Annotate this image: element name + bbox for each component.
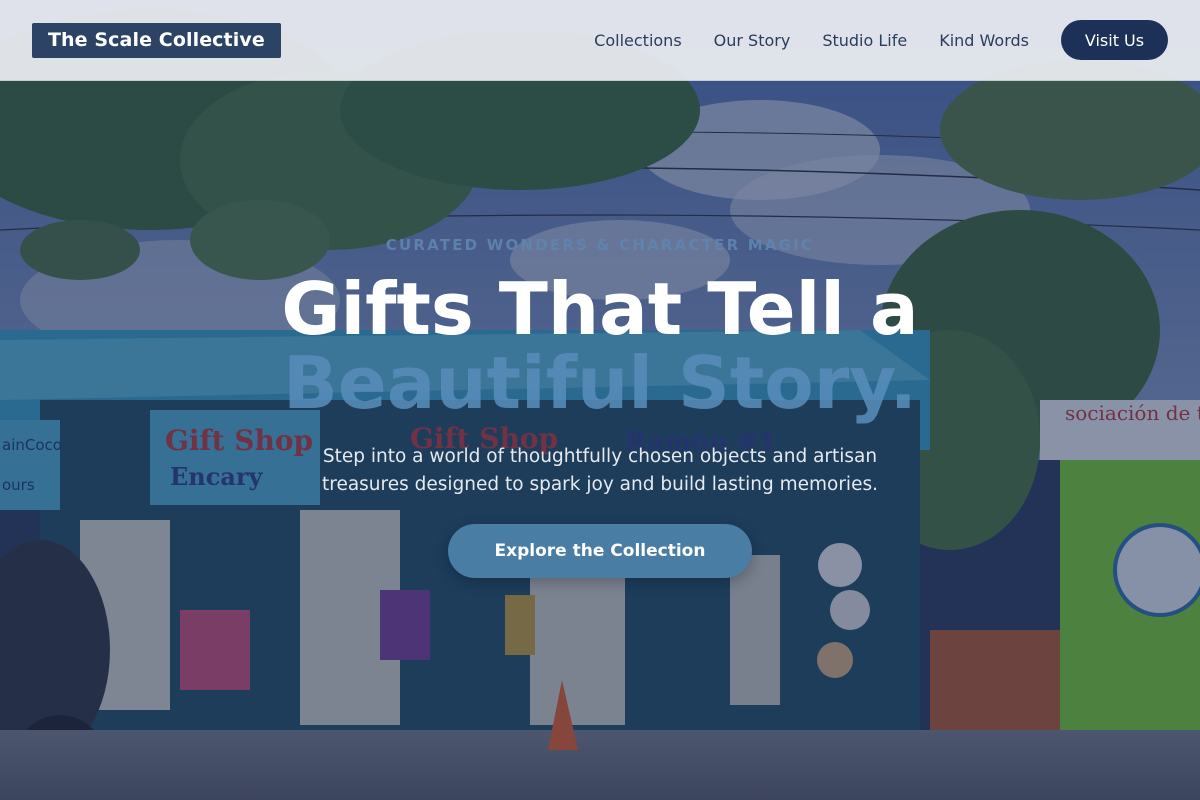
hero-headline-line2: Beautiful Story.: [283, 341, 917, 425]
explore-collection-button[interactable]: Explore the Collection: [448, 524, 752, 578]
nav-link-collections[interactable]: Collections: [594, 31, 681, 50]
hero-headline: Gifts That Tell a Beautiful Story.: [0, 272, 1200, 420]
brand-logo[interactable]: The Scale Collective: [32, 22, 281, 58]
hero-subtitle: Step into a world of thoughtfully chosen…: [322, 446, 878, 495]
site-header: The Scale Collective Collections Our Sto…: [0, 0, 1200, 81]
hero-eyebrow: CURATED WONDERS & CHARACTER MAGIC: [385, 236, 815, 254]
main-nav: Collections Our Story Studio Life Kind W…: [594, 20, 1168, 60]
nav-link-kind-words[interactable]: Kind Words: [939, 31, 1029, 50]
hero-headline-line1: Gifts That Tell a: [281, 267, 919, 351]
nav-link-studio-life[interactable]: Studio Life: [822, 31, 907, 50]
visit-us-button[interactable]: Visit Us: [1061, 20, 1168, 60]
nav-link-our-story[interactable]: Our Story: [714, 31, 791, 50]
hero-section: CURATED WONDERS & CHARACTER MAGIC Gifts …: [0, 0, 1200, 800]
